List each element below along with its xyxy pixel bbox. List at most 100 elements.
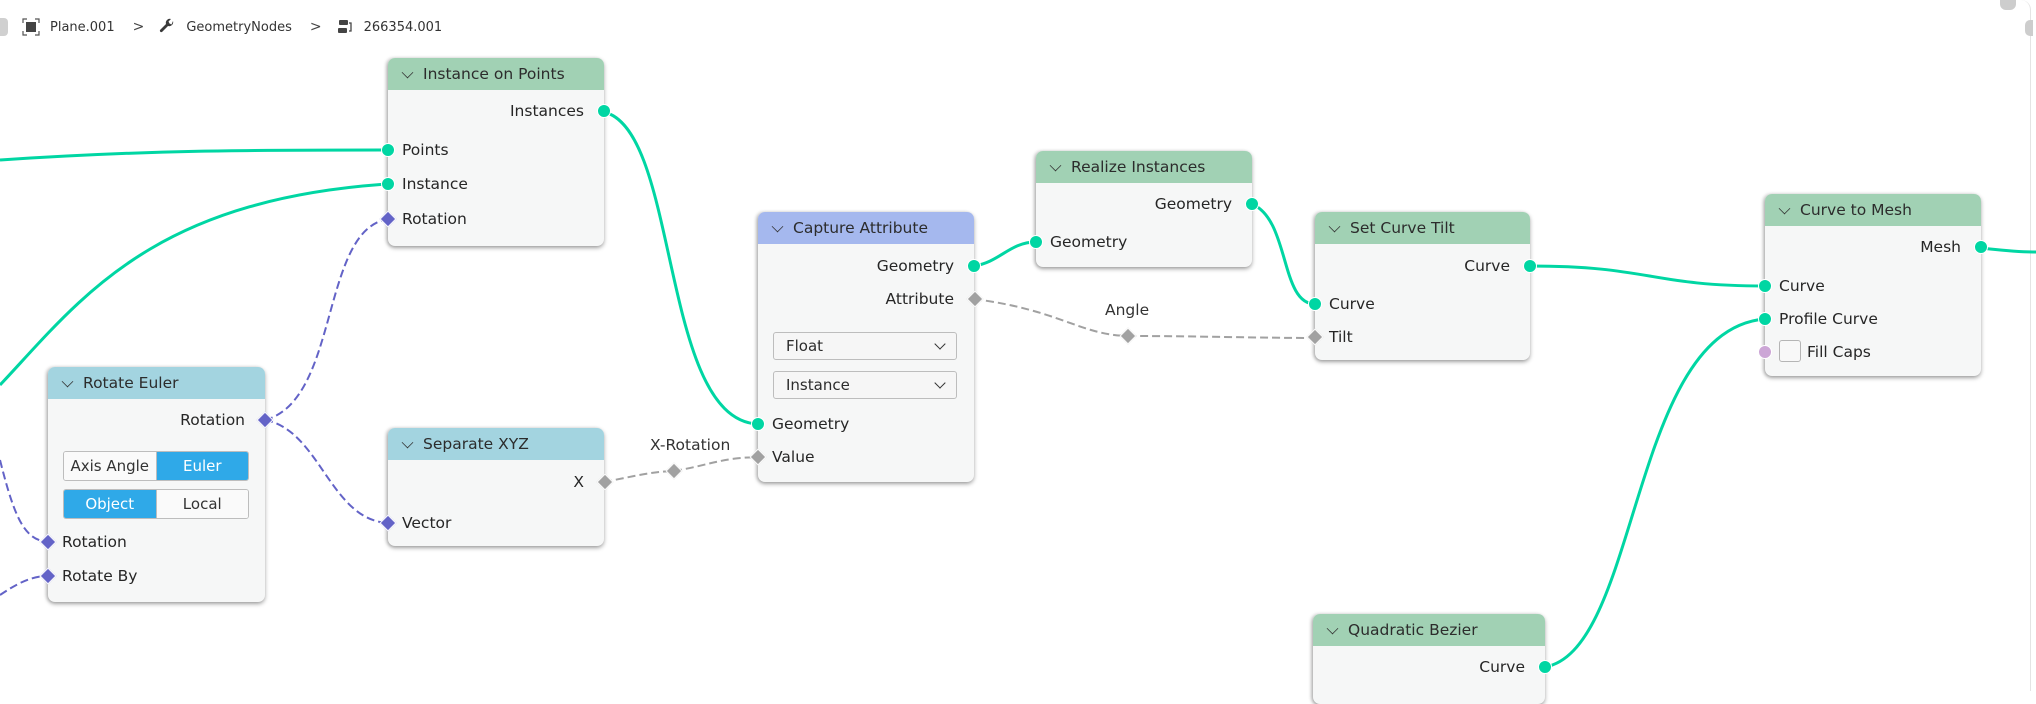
socket-label-value: Value: [772, 448, 815, 466]
euler-button[interactable]: Euler: [155, 452, 248, 480]
object-icon: [22, 18, 40, 36]
link-in-rotation: [0, 459, 49, 543]
chevron-down-icon: [934, 338, 946, 350]
socket-label-geometry-in: Geometry: [1050, 233, 1128, 251]
node-header[interactable]: Realize Instances: [1036, 151, 1252, 183]
link-tilt-to-mesh: [1529, 264, 1766, 288]
node-editor-canvas[interactable]: Plane.001 > GeometryNodes > 266354.001 I…: [0, 0, 2036, 704]
output-socket-instances[interactable]: [597, 104, 611, 118]
node-header[interactable]: Quadratic Bezier: [1313, 614, 1545, 646]
node-title: Set Curve Tilt: [1350, 219, 1455, 237]
data-type-dropdown[interactable]: Float: [773, 332, 957, 360]
input-socket-rotate-by[interactable]: [39, 567, 57, 585]
input-socket-curve[interactable]: [1758, 279, 1772, 293]
link-x-to-reroute: [603, 470, 675, 483]
socket-label-mesh: Mesh: [1920, 238, 1961, 256]
socket-label-instances: Instances: [509, 102, 584, 120]
socket-label-curve: Curve: [1779, 277, 1825, 295]
collapse-chevron-icon[interactable]: [771, 220, 784, 232]
collapse-chevron-icon[interactable]: [61, 375, 74, 387]
socket-label-geometry-out: Geometry: [1154, 195, 1232, 213]
node-title: Capture Attribute: [793, 219, 928, 237]
reroute-label-angle: Angle: [1105, 301, 1150, 319]
breadcrumb-object[interactable]: Plane.001: [50, 20, 115, 35]
output-socket-geometry[interactable]: [967, 259, 981, 273]
input-socket-rotation[interactable]: [39, 533, 57, 551]
input-socket-profile-curve[interactable]: [1758, 312, 1772, 326]
collapse-chevron-icon[interactable]: [1049, 159, 1062, 171]
output-socket-curve[interactable]: [1523, 259, 1537, 273]
input-socket-value[interactable]: [749, 448, 767, 466]
breadcrumb-node-tree[interactable]: 266354.001: [364, 20, 443, 35]
chevron-down-icon: [934, 377, 946, 389]
node-set-curve-tilt[interactable]: Set Curve Tilt Curve Curve Tilt: [1306, 212, 1537, 360]
node-separate-xyz[interactable]: Separate XYZ X Vector: [379, 428, 614, 546]
socket-label-rotation-out: Rotation: [180, 411, 245, 429]
breadcrumb-modifier[interactable]: GeometryNodes: [186, 20, 292, 35]
link-realize-to-tilt: [1251, 202, 1316, 306]
breadcrumb-separator: >: [132, 19, 145, 35]
input-socket-geometry[interactable]: [751, 417, 765, 431]
input-socket-tilt[interactable]: [1306, 328, 1324, 346]
socket-label-instance: Instance: [402, 175, 468, 193]
link-instance: [0, 182, 389, 387]
input-socket-instance[interactable]: [381, 177, 395, 191]
link-bezier-to-profile: [1544, 317, 1766, 669]
breadcrumb: Plane.001 > GeometryNodes > 266354.001: [0, 14, 460, 40]
node-header[interactable]: Set Curve Tilt: [1315, 212, 1530, 244]
object-button[interactable]: Object: [64, 490, 156, 518]
input-socket-curve[interactable]: [1308, 297, 1322, 311]
link-in-rotate-by: [0, 575, 49, 596]
node-header[interactable]: Curve to Mesh: [1765, 194, 1981, 226]
output-socket-curve[interactable]: [1538, 660, 1552, 674]
socket-label-x: X: [573, 473, 584, 491]
output-socket-geometry[interactable]: [1245, 197, 1259, 211]
node-title: Separate XYZ: [423, 435, 529, 453]
vertical-scrollbar[interactable]: [2025, 20, 2033, 36]
node-curve-to-mesh[interactable]: Curve to Mesh Mesh Curve Profile Curve F…: [1758, 194, 1988, 376]
node-header[interactable]: Instance on Points: [388, 58, 604, 90]
reroute-angle[interactable]: [1119, 327, 1137, 345]
node-instance-on-points[interactable]: Instance on Points Instances Points Inst…: [379, 58, 611, 246]
horizontal-scrollbar[interactable]: [2000, 0, 2016, 10]
output-socket-rotation[interactable]: [256, 411, 274, 429]
collapse-chevron-icon[interactable]: [401, 66, 414, 78]
data-type-value: Float: [786, 337, 824, 355]
input-socket-fill-caps[interactable]: [1758, 345, 1772, 359]
local-button[interactable]: Local: [155, 490, 248, 518]
node-realize-instances[interactable]: Realize Instances Geometry Geometry: [1029, 151, 1259, 267]
output-socket-x[interactable]: [596, 473, 614, 491]
socket-label-geometry-out: Geometry: [876, 257, 954, 275]
link-mesh-output: [1980, 246, 2036, 254]
input-socket-geometry[interactable]: [1029, 235, 1043, 249]
link-capture-to-realize: [973, 240, 1037, 268]
breadcrumb-separator: >: [309, 19, 322, 35]
collapse-chevron-icon[interactable]: [1326, 622, 1339, 634]
output-socket-attribute[interactable]: [966, 290, 984, 308]
fill-caps-checkbox[interactable]: [1779, 340, 1801, 362]
collapse-chevron-icon[interactable]: [401, 436, 414, 448]
socket-label-vector: Vector: [402, 514, 452, 532]
collapse-chevron-icon[interactable]: [1328, 220, 1341, 232]
socket-label-rotation: Rotation: [402, 210, 467, 228]
socket-label-attribute: Attribute: [885, 290, 954, 308]
sidebar-toggle-tab[interactable]: [0, 18, 8, 36]
input-socket-points[interactable]: [381, 143, 395, 157]
domain-dropdown[interactable]: Instance: [773, 371, 957, 399]
space-toggle: Object Local: [63, 489, 249, 519]
node-header[interactable]: Rotate Euler: [48, 367, 265, 399]
node-capture-attribute[interactable]: Capture Attribute Geometry Attribute Flo…: [749, 212, 984, 482]
socket-label-rotation-in: Rotation: [62, 533, 127, 551]
reroute-x-rotation[interactable]: [665, 462, 683, 480]
output-socket-mesh[interactable]: [1974, 240, 1988, 254]
input-socket-rotation[interactable]: [379, 210, 397, 228]
input-socket-vector[interactable]: [379, 514, 397, 532]
axis-angle-button[interactable]: Axis Angle: [64, 452, 156, 480]
node-title: Realize Instances: [1071, 158, 1206, 176]
node-header[interactable]: Separate XYZ: [388, 428, 604, 460]
socket-label-geometry-in: Geometry: [772, 415, 850, 433]
collapse-chevron-icon[interactable]: [1778, 202, 1791, 214]
node-rotate-euler[interactable]: Rotate Euler Rotation Axis Angle Euler O…: [39, 367, 274, 602]
socket-label-curve-out: Curve: [1464, 257, 1510, 275]
node-header[interactable]: Capture Attribute: [758, 212, 974, 244]
